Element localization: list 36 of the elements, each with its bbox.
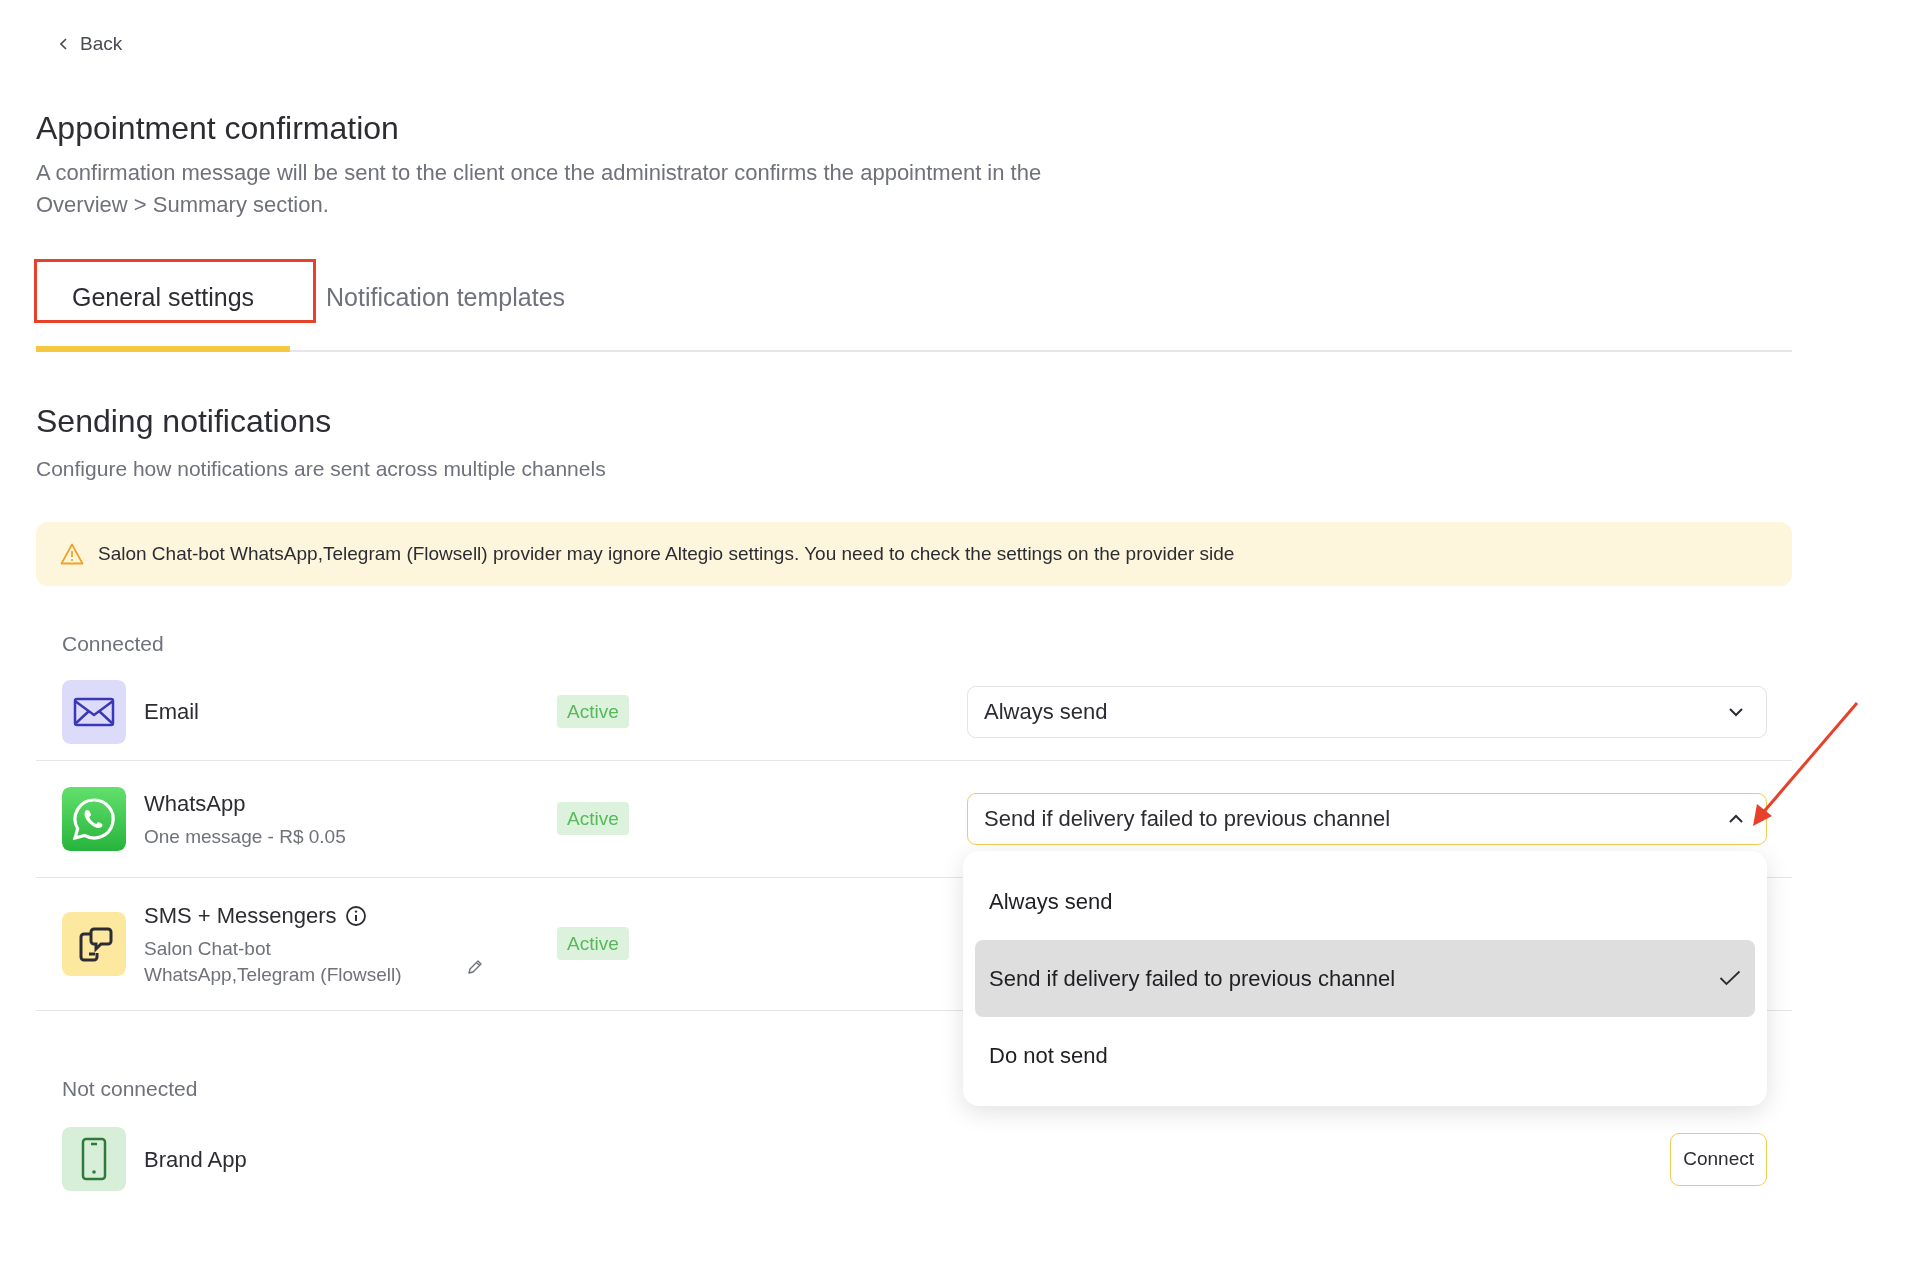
chevron-up-icon (1728, 813, 1744, 824)
status-badge: Active (557, 926, 629, 960)
section-title: Sending notifications (36, 402, 333, 441)
channel-subtitle: Salon Chat-bot WhatsApp,Telegram (Flowsell) (144, 937, 402, 988)
dropdown-select[interactable]: Always send (967, 685, 1767, 738)
group-label: Not connected (62, 1075, 199, 1102)
tab[interactable]: Notification templates (290, 254, 602, 353)
connect-button[interactable]: Connect (1670, 1133, 1767, 1186)
chevron-down-icon (1728, 706, 1744, 717)
phone-message-icon (62, 911, 126, 976)
dropdown-option[interactable]: Do not send (975, 1016, 1755, 1094)
status-badge: Active (557, 801, 629, 835)
chevron-left-icon (60, 38, 68, 51)
channel-subtitle: One message - R$ 0.05 (144, 825, 346, 850)
group-label: Connected (62, 631, 165, 658)
dropdown-option[interactable]: Always send (975, 862, 1755, 940)
dropdown-select[interactable]: Send if delivery failed to previous channel (967, 792, 1767, 845)
tab[interactable]: General settings (36, 254, 291, 353)
section-subtitle: Configure how notifications are sent across multiple channels (36, 455, 607, 482)
chat-phone-icon (62, 786, 126, 851)
checkmark-icon (1719, 970, 1741, 987)
channel-name: WhatsApp (144, 790, 246, 819)
warning-icon (60, 543, 84, 566)
smartphone-icon (62, 1127, 126, 1192)
status-badge: Active (557, 694, 629, 728)
channel-name: Brand App (144, 1145, 247, 1174)
envelope-icon (62, 679, 126, 744)
back-link[interactable]: Back (56, 26, 127, 63)
channel-name: SMS + Messengers (144, 902, 337, 931)
dropdown-option[interactable]: Send if delivery failed to previous channel (975, 939, 1755, 1017)
pencil-icon[interactable] (465, 958, 484, 977)
info-icon[interactable] (344, 904, 367, 927)
page-title: Appointment confirmation (36, 108, 400, 147)
page-description: A confirmation message will be sent to the client once the administrator confirms the appointment in the Overview > Summary section. (36, 158, 1043, 219)
alert-text: Salon Chat-bot WhatsApp,Telegram (Flowsell) provider may ignore Altegio settings. You need to check the settings on the provider side (98, 542, 1235, 567)
channel-name: Email (144, 698, 199, 727)
